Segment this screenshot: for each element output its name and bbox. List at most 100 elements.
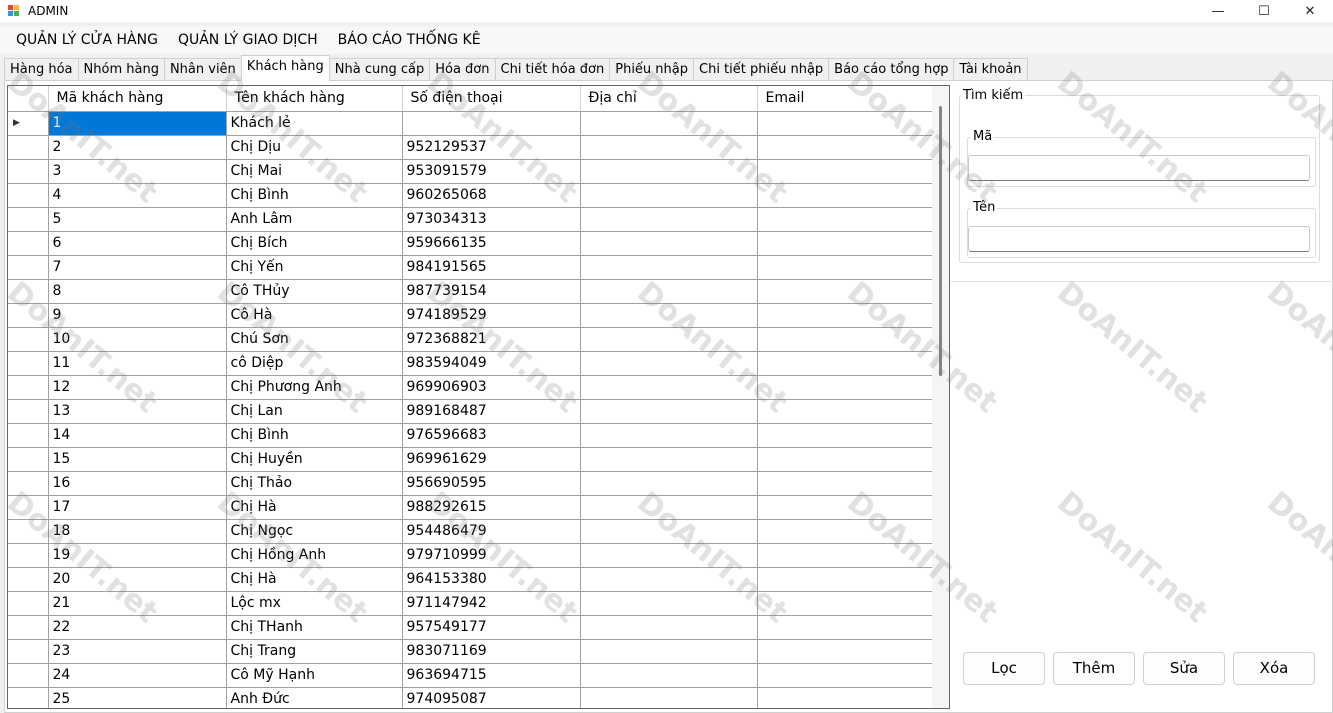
- cell-so-dien-thoai[interactable]: 974095087: [402, 687, 581, 708]
- cell-so-dien-thoai[interactable]: 983594049: [402, 351, 581, 376]
- cell-dia-chi[interactable]: [580, 111, 758, 136]
- cell-ten-khach-hang[interactable]: Chị Bình: [226, 183, 403, 208]
- cell-ma-khach-hang[interactable]: 17: [48, 495, 227, 520]
- cell-email[interactable]: [757, 159, 935, 184]
- row-header[interactable]: [8, 639, 49, 664]
- table-row[interactable]: 11 cô Diệp 983594049: [8, 351, 935, 376]
- cell-so-dien-thoai[interactable]: 959666135: [402, 231, 581, 256]
- cell-email[interactable]: [757, 231, 935, 256]
- tab-hoa-don[interactable]: Hóa đơn: [429, 58, 496, 80]
- table-row[interactable]: 15 Chị Huyền 969961629: [8, 447, 935, 472]
- cell-so-dien-thoai[interactable]: 988292615: [402, 495, 581, 520]
- cell-dia-chi[interactable]: [580, 255, 758, 280]
- cell-ten-khach-hang[interactable]: Chị Hà: [226, 495, 403, 520]
- cell-ten-khach-hang[interactable]: Cô Hà: [226, 303, 403, 328]
- table-row[interactable]: 5 Anh Lâm 973034313: [8, 207, 935, 232]
- cell-dia-chi[interactable]: [580, 207, 758, 232]
- cell-so-dien-thoai[interactable]: 954486479: [402, 519, 581, 544]
- cell-dia-chi[interactable]: [580, 591, 758, 616]
- table-row[interactable]: 12 Chị Phương Anh 969906903: [8, 375, 935, 400]
- row-header[interactable]: [8, 399, 49, 424]
- menu-bao-cao-thong-ke[interactable]: BÁO CÁO THỐNG KÊ: [328, 26, 491, 54]
- cell-ten-khach-hang[interactable]: Chị Huyền: [226, 447, 403, 472]
- row-header[interactable]: [8, 351, 49, 376]
- cell-ten-khach-hang[interactable]: Anh Lâm: [226, 207, 403, 232]
- cell-email[interactable]: [757, 567, 935, 592]
- cell-email[interactable]: [757, 183, 935, 208]
- cell-ten-khach-hang[interactable]: Chị THanh: [226, 615, 403, 640]
- cell-dia-chi[interactable]: [580, 543, 758, 568]
- cell-dia-chi[interactable]: [580, 399, 758, 424]
- row-header[interactable]: [8, 159, 49, 184]
- row-header[interactable]: [8, 471, 49, 496]
- table-row[interactable]: 9 Cô Hà 974189529: [8, 303, 935, 328]
- cell-ma-khach-hang[interactable]: 14: [48, 423, 227, 448]
- cell-so-dien-thoai[interactable]: 957549177: [402, 615, 581, 640]
- tab-khach-hang[interactable]: Khách hàng: [240, 55, 330, 81]
- row-header[interactable]: [8, 447, 49, 472]
- tab-chi-tiet-hoa-don[interactable]: Chi tiết hóa đơn: [494, 58, 611, 80]
- cell-ma-khach-hang[interactable]: 15: [48, 447, 227, 472]
- table-row[interactable]: 10 Chú Sơn 972368821: [8, 327, 935, 352]
- cell-email[interactable]: [757, 447, 935, 472]
- cell-ten-khach-hang[interactable]: cô Diệp: [226, 351, 403, 376]
- cell-email[interactable]: [757, 639, 935, 664]
- cell-dia-chi[interactable]: [580, 327, 758, 352]
- cell-email[interactable]: [757, 471, 935, 496]
- cell-so-dien-thoai[interactable]: 974189529: [402, 303, 581, 328]
- cell-ten-khach-hang[interactable]: Chị Lan: [226, 399, 403, 424]
- table-row[interactable]: 13 Chị Lan 989168487: [8, 399, 935, 424]
- cell-ten-khach-hang[interactable]: Chị Bình: [226, 423, 403, 448]
- column-header-email[interactable]: Email: [757, 86, 935, 112]
- cell-ma-khach-hang[interactable]: 4: [48, 183, 227, 208]
- tab-nhan-vien[interactable]: Nhân viên: [163, 58, 242, 80]
- cell-ten-khach-hang[interactable]: Chị Phương Anh: [226, 375, 403, 400]
- cell-email[interactable]: [757, 687, 935, 708]
- filter-button[interactable]: Lọc: [963, 652, 1045, 685]
- table-row[interactable]: 24 Cô Mỹ Hạnh 963694715: [8, 663, 935, 688]
- cell-ma-khach-hang[interactable]: 2: [48, 135, 227, 160]
- cell-ma-khach-hang[interactable]: 11: [48, 351, 227, 376]
- row-header[interactable]: [8, 255, 49, 280]
- vertical-scrollbar[interactable]: [932, 86, 949, 708]
- row-header[interactable]: ▶: [8, 111, 49, 136]
- table-row[interactable]: 22 Chị THanh 957549177: [8, 615, 935, 640]
- cell-ma-khach-hang[interactable]: 21: [48, 591, 227, 616]
- cell-dia-chi[interactable]: [580, 183, 758, 208]
- cell-email[interactable]: [757, 423, 935, 448]
- cell-email[interactable]: [757, 135, 935, 160]
- cell-so-dien-thoai[interactable]: [402, 111, 581, 136]
- cell-email[interactable]: [757, 303, 935, 328]
- row-header[interactable]: [8, 207, 49, 232]
- cell-ma-khach-hang[interactable]: 19: [48, 543, 227, 568]
- customer-grid[interactable]: Mã khách hàng Tên khách hàng Số điện tho…: [7, 85, 950, 709]
- row-header[interactable]: [8, 567, 49, 592]
- close-button[interactable]: ✕: [1287, 0, 1333, 22]
- cell-ma-khach-hang[interactable]: 20: [48, 567, 227, 592]
- cell-dia-chi[interactable]: [580, 687, 758, 708]
- cell-ma-khach-hang[interactable]: 1: [48, 111, 227, 136]
- tab-tai-khoan[interactable]: Tài khoản: [953, 58, 1028, 80]
- table-row[interactable]: 6 Chị Bích 959666135: [8, 231, 935, 256]
- cell-so-dien-thoai[interactable]: 973034313: [402, 207, 581, 232]
- cell-dia-chi[interactable]: [580, 663, 758, 688]
- cell-dia-chi[interactable]: [580, 471, 758, 496]
- cell-ten-khach-hang[interactable]: Lộc mx: [226, 591, 403, 616]
- row-header[interactable]: [8, 495, 49, 520]
- cell-email[interactable]: [757, 399, 935, 424]
- cell-ten-khach-hang[interactable]: Cô Mỹ Hạnh: [226, 663, 403, 688]
- add-button[interactable]: Thêm: [1053, 652, 1135, 685]
- cell-email[interactable]: [757, 279, 935, 304]
- cell-ma-khach-hang[interactable]: 8: [48, 279, 227, 304]
- cell-ten-khach-hang[interactable]: Chị Ngọc: [226, 519, 403, 544]
- cell-ten-khach-hang[interactable]: Chị Hồng Anh: [226, 543, 403, 568]
- table-row[interactable]: 4 Chị Bình 960265068: [8, 183, 935, 208]
- table-row[interactable]: 23 Chị Trang 983071169: [8, 639, 935, 664]
- cell-so-dien-thoai[interactable]: 956690595: [402, 471, 581, 496]
- column-header-so-dien-thoai[interactable]: Số điện thoại: [402, 86, 581, 112]
- cell-ma-khach-hang[interactable]: 9: [48, 303, 227, 328]
- cell-ma-khach-hang[interactable]: 16: [48, 471, 227, 496]
- cell-so-dien-thoai[interactable]: 971147942: [402, 591, 581, 616]
- row-header[interactable]: [8, 615, 49, 640]
- cell-so-dien-thoai[interactable]: 969906903: [402, 375, 581, 400]
